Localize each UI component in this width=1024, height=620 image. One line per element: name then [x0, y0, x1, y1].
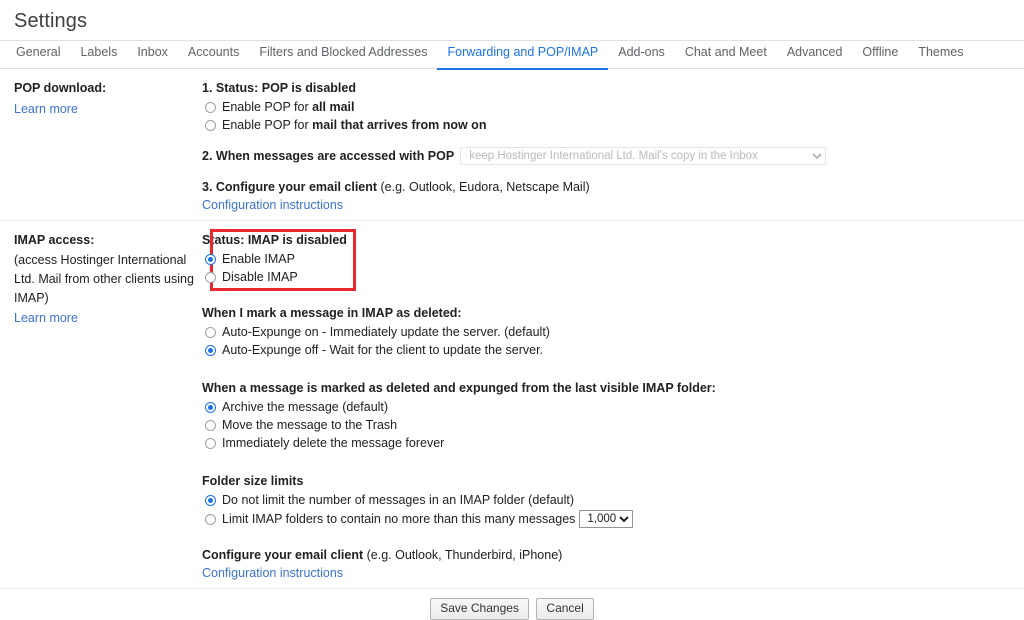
imap-expunge-radio-icon[interactable]: [205, 327, 216, 338]
page-title: Settings: [14, 10, 88, 32]
imap-deleted-option-label[interactable]: Immediately delete the message forever: [222, 435, 444, 452]
imap-expunge-options-list: Auto-Expunge on - Immediately update the…: [202, 324, 1024, 359]
imap-status-radio-icon[interactable]: [205, 254, 216, 265]
pop-enable-option-prefix: Enable POP for: [222, 100, 313, 114]
imap-folder-size-option[interactable]: Do not limit the number of messages in a…: [202, 492, 1024, 509]
imap-deleted-option-label[interactable]: Move the message to the Trash: [222, 417, 397, 434]
imap-expunge-option[interactable]: Auto-Expunge off - Wait for the client t…: [202, 342, 1024, 359]
imap-folder-size-options-list: Do not limit the number of messages in a…: [202, 492, 1024, 528]
imap-deleted-heading: When a message is marked as deleted and …: [202, 381, 716, 395]
imap-status-options-list: Enable IMAP Disable IMAP: [202, 251, 1024, 286]
imap-deleted-group: When a message is marked as deleted and …: [202, 379, 1024, 452]
imap-access-label-column: IMAP access: (access Hostinger Internati…: [0, 231, 200, 328]
pop-download-row: POP download: Learn more 1. Status: POP …: [0, 69, 1024, 220]
pop-access-row: 2. When messages are accessed with POP k…: [202, 146, 1024, 166]
pop-enable-option[interactable]: Enable POP for mail that arrives from no…: [202, 117, 1024, 134]
imap-configuration-instructions-link[interactable]: Configuration instructions: [202, 566, 343, 580]
tab-labels[interactable]: Labels: [70, 41, 127, 70]
imap-learn-more-link[interactable]: Learn more: [14, 309, 78, 328]
tab-chat-and-meet[interactable]: Chat and Meet: [675, 41, 777, 70]
imap-status-option-label[interactable]: Enable IMAP: [222, 251, 295, 268]
imap-folder-limit-select[interactable]: 1,000: [579, 510, 634, 528]
tab-themes[interactable]: Themes: [908, 41, 973, 70]
imap-status-option[interactable]: Disable IMAP: [202, 269, 1024, 286]
pop-enable-radio-icon[interactable]: [205, 120, 216, 131]
cancel-button[interactable]: Cancel: [536, 598, 594, 620]
pop-download-body-column: 1. Status: POP is disabled Enable POP fo…: [200, 79, 1024, 212]
imap-deleted-option[interactable]: Move the message to the Trash: [202, 417, 1024, 434]
pop-learn-more-link[interactable]: Learn more: [14, 100, 78, 119]
settings-tabbar: General Labels Inbox Accounts Filters and Bl…: [0, 41, 1024, 70]
imap-status-group: Status: IMAP is disabled Enable IMAP Disa…: [202, 229, 1024, 291]
imap-expunge-heading: When I mark a message in IMAP as deleted…: [202, 306, 462, 320]
pop-enable-option-strong: all mail: [312, 100, 355, 114]
imap-configure-group: Configure your email client (e.g. Outloo…: [202, 546, 1024, 580]
imap-deleted-options-list: Archive the message (default) Move the me…: [202, 399, 1024, 452]
tab-advanced[interactable]: Advanced: [777, 41, 853, 70]
pop-enable-option[interactable]: Enable POP for all mail: [202, 99, 1024, 116]
tab-forwarding-and-pop-imap[interactable]: Forwarding and POP/IMAP: [437, 41, 609, 70]
imap-folder-size-radio-icon[interactable]: [205, 495, 216, 506]
pop-enable-option-label[interactable]: Enable POP for mail that arrives from no…: [222, 117, 486, 134]
imap-configure-heading: Configure your email client (e.g. Outloo…: [202, 546, 1024, 564]
imap-folder-size-radio-icon[interactable]: [205, 513, 216, 525]
tab-inbox[interactable]: Inbox: [127, 41, 178, 70]
tab-accounts[interactable]: Accounts: [178, 41, 249, 70]
imap-deleted-option-label[interactable]: Archive the message (default): [222, 399, 388, 416]
imap-status-option-label[interactable]: Disable IMAP: [222, 269, 298, 286]
imap-deleted-radio-icon[interactable]: [205, 420, 216, 431]
pop-configuration-instructions-link[interactable]: Configuration instructions: [202, 198, 343, 212]
pop-status-heading: 1. Status: POP is disabled: [202, 81, 356, 95]
imap-expunge-option[interactable]: Auto-Expunge on - Immediately update the…: [202, 324, 1024, 341]
imap-folder-size-group: Folder size limits Do not limit the numb…: [202, 472, 1024, 528]
pop-configure-heading: 3. Configure your email client (e.g. Out…: [202, 178, 1024, 196]
imap-access-description: (access Hostinger International Ltd. Mai…: [14, 253, 194, 305]
imap-expunge-option-label[interactable]: Auto-Expunge on - Immediately update the…: [222, 324, 550, 341]
pop-configure-bold: 3. Configure your email client: [202, 180, 378, 194]
imap-configure-normal: (e.g. Outlook, Thunderbird, iPhone): [363, 548, 563, 562]
imap-deleted-option[interactable]: Archive the message (default): [202, 399, 1024, 416]
pop-enable-option-strong: mail that arrives from now on: [312, 118, 487, 132]
save-changes-button[interactable]: Save Changes: [430, 598, 529, 620]
pop-enable-option-prefix: Enable POP for: [222, 118, 313, 132]
tab-offline[interactable]: Offline: [852, 41, 908, 70]
imap-deleted-radio-icon[interactable]: [205, 438, 216, 449]
imap-folder-size-heading: Folder size limits: [202, 474, 304, 488]
imap-status-heading: Status: IMAP is disabled: [202, 233, 347, 247]
pop-access-select[interactable]: keep Hostinger International Ltd. Mail's…: [460, 147, 827, 165]
imap-access-body-column: Status: IMAP is disabled Enable IMAP Disa…: [200, 229, 1024, 580]
imap-folder-size-option-label[interactable]: Limit IMAP folders to contain no more th…: [222, 511, 575, 528]
pop-download-title: POP download:: [14, 81, 107, 95]
imap-configure-bold: Configure your email client: [202, 548, 364, 562]
pop-download-label-column: POP download: Learn more: [0, 79, 200, 119]
imap-expunge-radio-icon[interactable]: [205, 345, 216, 356]
tab-add-ons[interactable]: Add-ons: [608, 41, 675, 70]
tab-filters-and-blocked-addresses[interactable]: Filters and Blocked Addresses: [249, 41, 437, 70]
imap-access-title: IMAP access:: [14, 233, 95, 247]
pop-options-list: Enable POP for all mail Enable POP for ma…: [202, 99, 1024, 134]
pop-enable-option-label[interactable]: Enable POP for all mail: [222, 99, 355, 116]
imap-expunge-group: When I mark a message in IMAP as deleted…: [202, 304, 1024, 359]
pop-configure-group: 3. Configure your email client (e.g. Out…: [202, 178, 1024, 212]
imap-folder-size-option-label[interactable]: Do not limit the number of messages in a…: [222, 492, 574, 509]
imap-folder-size-option[interactable]: Limit IMAP folders to contain no more th…: [202, 510, 1024, 528]
pop-enable-radio-icon[interactable]: [205, 102, 216, 113]
pop-access-label: 2. When messages are accessed with POP: [202, 149, 455, 163]
pop-configure-normal: (e.g. Outlook, Eudora, Netscape Mail): [377, 180, 590, 194]
imap-status-option[interactable]: Enable IMAP: [202, 251, 1024, 268]
imap-deleted-option[interactable]: Immediately delete the message forever: [202, 435, 1024, 452]
pop-access-group: 2. When messages are accessed with POP k…: [202, 146, 1024, 166]
pop-status-group: 1. Status: POP is disabled Enable POP fo…: [202, 79, 1024, 134]
tab-general[interactable]: General: [14, 41, 70, 70]
footer-actions: Save Changes Cancel: [0, 589, 1024, 620]
imap-status-radio-icon[interactable]: [205, 272, 216, 283]
imap-access-row: IMAP access: (access Hostinger Internati…: [0, 221, 1024, 588]
imap-expunge-option-label[interactable]: Auto-Expunge off - Wait for the client t…: [222, 342, 543, 359]
imap-deleted-radio-icon[interactable]: [205, 402, 216, 413]
